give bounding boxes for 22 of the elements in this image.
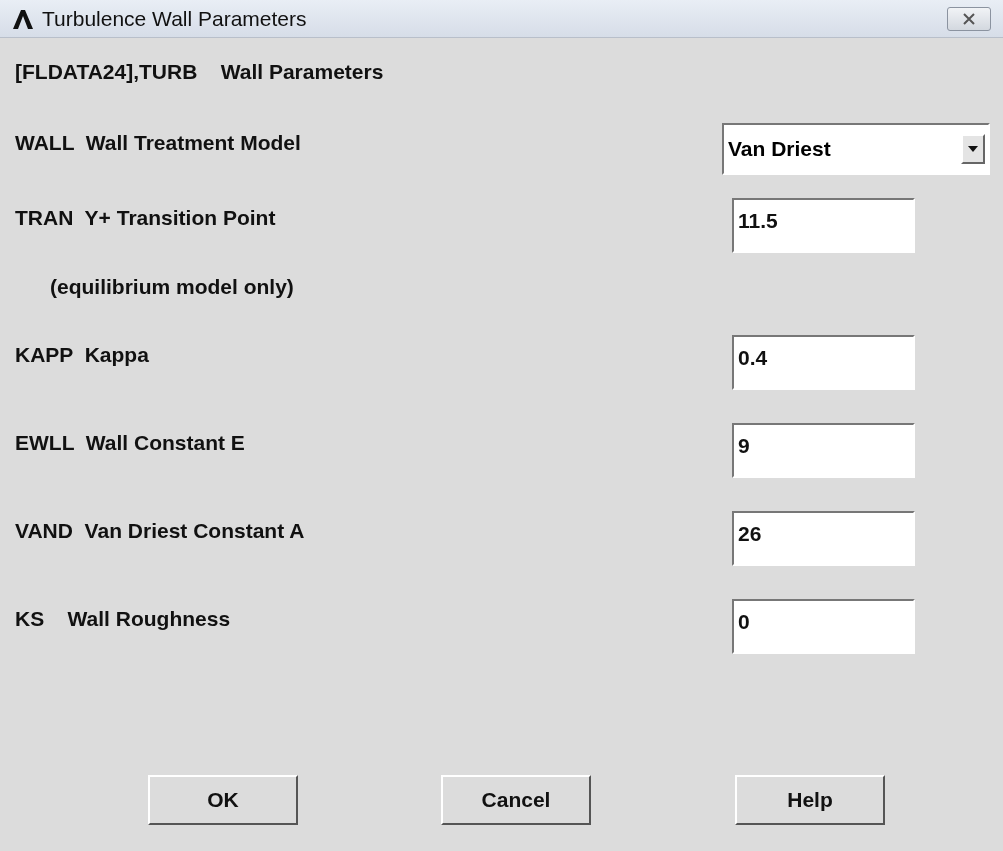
dropdown-arrow-icon [968, 146, 978, 152]
field-label: KAPP Kappa [15, 342, 150, 367]
input-field[interactable]: 0.4 [732, 335, 915, 390]
field-label: EWLL Wall Constant E [15, 430, 246, 455]
field-label: WALL Wall Treatment Model [15, 130, 302, 155]
input-field[interactable]: 0 [732, 599, 915, 654]
field-label: VAND Van Driest Constant A [15, 518, 306, 543]
field-label: KS Wall Roughness [15, 606, 232, 631]
close-button[interactable] [947, 6, 991, 31]
input-field[interactable]: 11.5 [732, 198, 915, 253]
input-field[interactable]: 9 [732, 423, 915, 478]
close-icon [963, 12, 975, 25]
window-title: Turbulence Wall Parameters [42, 6, 308, 31]
logo-icon [12, 7, 34, 30]
field-note: (equilibrium model only) [49, 275, 295, 299]
dialog-button[interactable]: OK [148, 775, 298, 825]
dialog-button[interactable]: Cancel [441, 775, 591, 825]
dropdown[interactable]: Van Driest [722, 123, 990, 175]
input-field[interactable]: 26 [732, 511, 915, 566]
section-header: [FLDATA24],TURB Wall Parameters [15, 59, 385, 85]
field-label: TRAN Y+ Transition Point [15, 205, 277, 230]
dialog-button[interactable]: Help [735, 775, 885, 825]
